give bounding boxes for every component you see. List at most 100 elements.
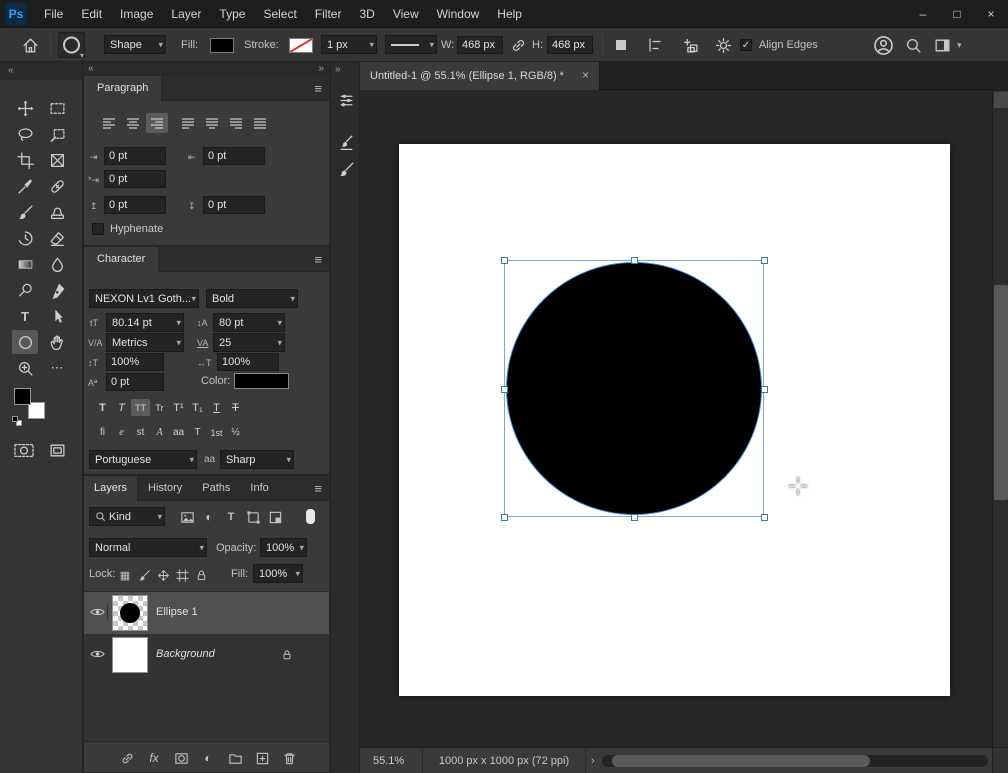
tool-brush[interactable] [12, 200, 38, 224]
space-before-input[interactable]: 0 pt [104, 196, 166, 214]
filter-shape-layers-button[interactable] [242, 507, 264, 527]
lock-pixels-button[interactable] [135, 565, 153, 585]
justify-last-right-button[interactable] [225, 113, 247, 133]
tool-frame[interactable] [44, 148, 70, 172]
menu-item-window[interactable]: Window [428, 0, 489, 28]
stroke-swatch[interactable] [289, 38, 313, 53]
faux-bold-button[interactable]: T [93, 399, 112, 416]
collapse-toolbar-icon[interactable]: « [8, 65, 14, 76]
tool-object-selection[interactable] [44, 122, 70, 146]
path-operations-button[interactable] [610, 36, 632, 54]
menu-item-type[interactable]: Type [210, 0, 254, 28]
lock-all-button[interactable] [192, 565, 210, 585]
transform-handle-w[interactable] [501, 386, 508, 393]
close-tab-icon[interactable]: × [578, 68, 593, 83]
horizontal-scrollbar-thumb[interactable] [612, 755, 870, 767]
tool-dodge[interactable] [12, 278, 38, 302]
tab-info[interactable]: Info [240, 476, 278, 501]
panel-menu-icon[interactable]: ≡ [314, 481, 322, 496]
filter-smart-objects-button[interactable] [264, 507, 286, 527]
tool-eyedropper[interactable] [12, 174, 38, 198]
language-select[interactable]: Portuguese ▾ [89, 450, 197, 469]
titling-alternates-button[interactable]: T [188, 424, 207, 441]
layer-effects-button[interactable]: fx [143, 748, 165, 768]
all-caps-button[interactable]: TT [131, 399, 150, 416]
opacity-input[interactable]: 100% ▾ [260, 538, 307, 557]
filter-pixel-layers-button[interactable] [176, 507, 198, 527]
tab-paragraph[interactable]: Paragraph [84, 76, 163, 101]
menu-item-help[interactable]: Help [488, 0, 531, 28]
brushes-panel-button[interactable] [334, 157, 358, 181]
tool-rectangular-marquee[interactable] [44, 96, 70, 120]
edit-toolbar-button[interactable]: ⋯ [44, 356, 70, 380]
justify-all-button[interactable] [249, 113, 271, 133]
align-left-button[interactable] [98, 113, 120, 133]
discretionary-ligatures-button[interactable]: st [131, 424, 150, 441]
tab-paths[interactable]: Paths [192, 476, 240, 501]
panel-menu-icon[interactable]: ≡ [314, 252, 322, 267]
layer-visibility-toggle[interactable] [88, 604, 108, 620]
link-layers-button[interactable] [116, 748, 138, 768]
tool-preset-ellipse[interactable]: ▾ [58, 32, 85, 60]
status-options-icon[interactable]: › [591, 748, 595, 773]
lock-artboard-button[interactable] [173, 565, 191, 585]
filtering-toggle[interactable] [306, 509, 315, 524]
add-layer-mask-button[interactable] [170, 748, 192, 768]
filter-adjustment-layers-button[interactable]: ◐ [198, 507, 220, 527]
brush-settings-panel-button[interactable] [334, 130, 358, 154]
strikethrough-button[interactable]: T [226, 399, 245, 416]
layer-row-background[interactable]: Background [84, 634, 329, 676]
align-right-button[interactable] [146, 113, 168, 133]
font-family-select[interactable]: NEXON Lv1 Goth... ▾ [89, 289, 199, 308]
tool-zoom[interactable] [12, 356, 38, 380]
transform-handle-s[interactable] [631, 514, 638, 521]
subscript-button[interactable]: T₁ [188, 399, 207, 416]
document-tab[interactable]: Untitled-1 @ 55.1% (Ellipse 1, RGB/8) * … [360, 62, 600, 90]
vertical-scale-input[interactable]: 100% [106, 353, 164, 371]
menu-item-select[interactable]: Select [254, 0, 305, 28]
home-button[interactable] [20, 36, 40, 54]
underline-button[interactable]: T [207, 399, 226, 416]
text-color-swatch[interactable] [234, 373, 289, 389]
panel-menu-icon[interactable]: ≡ [314, 81, 322, 96]
vertical-scrollbar-thumb[interactable] [994, 285, 1008, 500]
menu-item-layer[interactable]: Layer [162, 0, 210, 28]
minimize-button[interactable]: – [906, 0, 940, 28]
menu-item-3d[interactable]: 3D [350, 0, 383, 28]
menu-item-file[interactable]: File [35, 0, 72, 28]
font-size-input[interactable]: 80.14 pt ▾ [106, 313, 184, 332]
delete-layer-button[interactable] [278, 748, 300, 768]
tool-path-selection[interactable] [44, 304, 70, 328]
tool-mode-select[interactable]: Shape ▾ [104, 35, 166, 54]
horizontal-scrollbar[interactable] [602, 755, 988, 767]
layer-thumbnail[interactable] [112, 595, 148, 631]
layer-name[interactable]: Background [156, 648, 215, 660]
close-window-button[interactable]: × [974, 0, 1008, 28]
menu-item-view[interactable]: View [384, 0, 428, 28]
tool-blur[interactable] [44, 252, 70, 276]
workspace-button[interactable] [932, 36, 952, 54]
tool-ellipse-shape[interactable] [12, 330, 38, 354]
collapse-panels-icon[interactable]: « [88, 63, 94, 74]
indent-first-line-input[interactable]: 0 pt [104, 170, 166, 188]
hyphenate-checkbox[interactable] [92, 223, 104, 235]
transform-handle-e[interactable] [761, 386, 768, 393]
justify-last-center-button[interactable] [201, 113, 223, 133]
tool-crop[interactable] [12, 148, 38, 172]
shape-height-input[interactable]: 468 px [547, 36, 593, 54]
baseline-shift-input[interactable]: 0 pt [106, 373, 164, 391]
standard-ligatures-button[interactable]: fi [93, 424, 112, 441]
justify-last-left-button[interactable] [177, 113, 199, 133]
tool-move[interactable] [12, 96, 38, 120]
align-center-button[interactable] [122, 113, 144, 133]
blend-mode-select[interactable]: Normal ▾ [89, 538, 207, 557]
zoom-level-field[interactable]: 55.1% [373, 748, 404, 773]
layer-row-ellipse1[interactable]: Ellipse 1 [84, 592, 329, 634]
link-dimensions-button[interactable] [508, 36, 528, 54]
layer-name[interactable]: Ellipse 1 [156, 606, 198, 618]
expand-panels-icon[interactable]: » [318, 63, 324, 74]
transform-handle-ne[interactable] [761, 257, 768, 264]
transform-handle-nw[interactable] [501, 257, 508, 264]
tool-clone-stamp[interactable] [44, 200, 70, 224]
quick-mask-button[interactable] [10, 438, 38, 462]
